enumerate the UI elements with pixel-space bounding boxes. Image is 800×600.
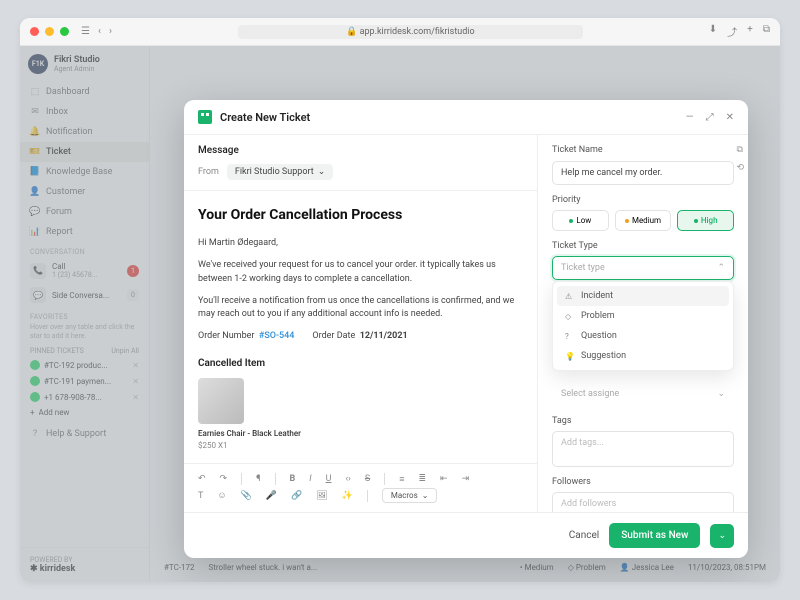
message-section-label: Message — [198, 145, 523, 156]
refresh-icon[interactable]: ⟲ — [736, 163, 744, 173]
type-option-question[interactable]: ?Question — [557, 326, 729, 346]
type-option-problem[interactable]: ◇Problem — [557, 306, 729, 326]
new-tab-icon[interactable]: + — [747, 24, 753, 39]
minimize-window-icon[interactable] — [45, 27, 54, 36]
priority-low-button[interactable]: Low — [552, 210, 609, 231]
indent-icon[interactable]: ⇥ — [462, 474, 470, 484]
body-paragraph: You'll receive a notification from us on… — [198, 295, 523, 323]
back-icon[interactable]: ‹ — [98, 26, 101, 37]
url-bar[interactable]: 🔒 app.kirridesk.com/fikristudio — [238, 25, 583, 39]
submit-button[interactable]: Submit as New — [609, 523, 700, 548]
assignee-select[interactable]: Select assigne ⌄ — [552, 382, 734, 406]
underline-icon[interactable]: U — [326, 474, 332, 484]
chevron-down-icon: ⌄ — [422, 491, 429, 500]
greeting-text: Hi Martin Ødegaard, — [198, 237, 523, 251]
ticket-name-label: Ticket Name — [552, 145, 734, 155]
image-icon[interactable]: 🖼 — [316, 491, 327, 501]
cancelled-item-label: Cancelled Item — [198, 356, 523, 372]
text-icon[interactable]: T — [198, 491, 203, 501]
bold-icon[interactable]: B — [290, 474, 296, 484]
tags-input[interactable]: Add tags... — [552, 431, 734, 467]
question-icon: ? — [565, 332, 575, 341]
ticket-name-input[interactable] — [552, 161, 734, 185]
cancel-button[interactable]: Cancel — [569, 530, 599, 541]
message-editor[interactable]: Your Order Cancellation Process Hi Marti… — [184, 191, 537, 463]
close-window-icon[interactable] — [30, 27, 39, 36]
message-heading: Your Order Cancellation Process — [198, 205, 523, 227]
ticket-type-select[interactable]: Ticket type ⌃ — [552, 256, 734, 280]
ticket-type-dropdown: ⚠Incident◇Problem?Question💡Suggestion — [552, 281, 734, 371]
italic-icon[interactable]: I — [309, 474, 311, 484]
editor-toolbar: ↶ ↷ ¶ B I U ‹› S ≡ ≣ — [184, 463, 537, 512]
from-chip[interactable]: Fikri Studio Support ⌄ — [227, 164, 333, 180]
sidebar-toggle-icon[interactable]: ☰ — [81, 26, 90, 37]
copy-icon[interactable]: ⧉ — [736, 145, 744, 155]
browser-titlebar: ☰ ‹ › 🔒 app.kirridesk.com/fikristudio ⬇ … — [20, 18, 780, 46]
ticket-type-label: Ticket Type — [552, 241, 734, 251]
create-ticket-modal: Create New Ticket — ⤢ ✕ Message From Fik… — [184, 100, 748, 558]
suggestion-icon: 💡 — [565, 352, 575, 361]
close-icon[interactable]: ✕ — [726, 112, 734, 123]
forward-icon[interactable]: › — [109, 26, 112, 37]
app-logo-icon — [198, 110, 212, 124]
product-thumbnail — [198, 378, 244, 424]
link-icon[interactable]: 🔗 — [291, 491, 302, 501]
redo-icon[interactable]: ↷ — [220, 474, 228, 484]
strikethrough-icon[interactable]: S — [365, 474, 370, 484]
minimize-icon[interactable]: — — [686, 112, 694, 123]
tags-label: Tags — [552, 416, 734, 426]
mic-icon[interactable]: 🎤 — [266, 491, 277, 501]
share-icon[interactable]: ⤴ — [727, 24, 737, 39]
emoji-icon[interactable]: ☺ — [217, 490, 226, 501]
priority-label: Priority — [552, 195, 734, 205]
chevron-down-icon: ⌄ — [318, 167, 326, 177]
from-label: From — [198, 167, 219, 177]
modal-title: Create New Ticket — [220, 111, 678, 124]
followers-label: Followers — [552, 477, 734, 487]
priority-high-button[interactable]: High — [677, 210, 734, 231]
chevron-down-icon: ⌄ — [717, 389, 725, 399]
download-icon[interactable]: ⬇ — [709, 24, 717, 39]
attachment-icon[interactable]: 📎 — [241, 491, 252, 501]
maximize-window-icon[interactable] — [60, 27, 69, 36]
tabs-icon[interactable]: ⧉ — [763, 24, 770, 39]
order-number: Order Number #SO-544 — [198, 330, 294, 344]
problem-icon: ◇ — [565, 312, 575, 321]
undo-icon[interactable]: ↶ — [198, 474, 206, 484]
chevron-up-icon: ⌃ — [717, 263, 725, 273]
list-ol-icon[interactable]: ≣ — [418, 474, 426, 484]
ai-icon[interactable]: ✨ — [342, 491, 353, 501]
paragraph-icon[interactable]: ¶ — [256, 474, 260, 484]
type-option-suggestion[interactable]: 💡Suggestion — [557, 346, 729, 366]
list-ul-icon[interactable]: ≡ — [399, 474, 404, 485]
order-date: Order Date 12/11/2021 — [312, 330, 407, 344]
expand-icon[interactable]: ⤢ — [706, 112, 714, 123]
product-price: $250 X1 — [198, 440, 523, 452]
body-paragraph: We've received your request for us to ca… — [198, 259, 523, 287]
type-option-incident[interactable]: ⚠Incident — [557, 286, 729, 306]
outdent-icon[interactable]: ⇤ — [440, 474, 448, 484]
macros-dropdown[interactable]: Macros ⌄ — [382, 488, 438, 503]
product-name: Earnies Chair - Black Leather — [198, 428, 523, 440]
priority-medium-button[interactable]: Medium — [615, 210, 672, 231]
submit-dropdown-button[interactable]: ⌄ — [710, 524, 734, 548]
incident-icon: ⚠ — [565, 292, 575, 301]
code-icon[interactable]: ‹› — [345, 474, 350, 484]
followers-input[interactable]: Add followers — [552, 492, 734, 512]
